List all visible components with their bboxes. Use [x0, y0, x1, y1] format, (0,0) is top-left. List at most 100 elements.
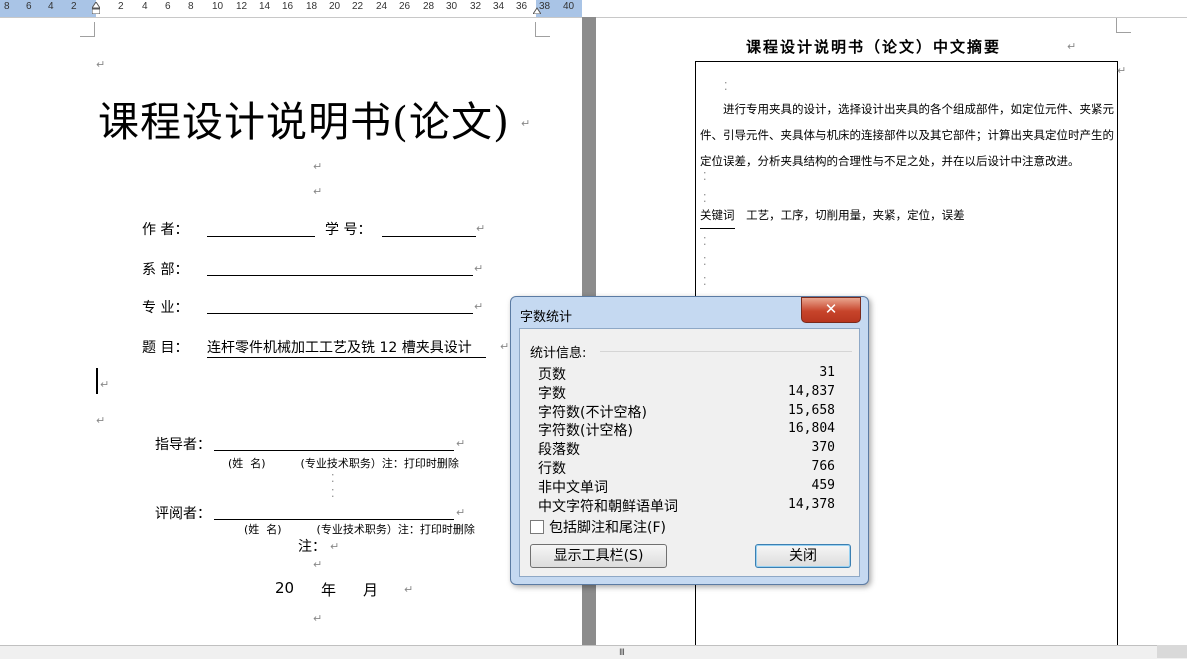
ruler-number: 8 [188, 1, 194, 12]
paragraph-mark: ⁚ [331, 472, 335, 485]
ruler-number: 14 [259, 1, 271, 12]
paragraph-mark: ⁚ [703, 275, 707, 288]
ruler-number: 18 [306, 1, 318, 12]
abstract-title: 课程设计说明书（论文）中文摘要 [746, 38, 1002, 56]
topic-label: 题 目： [142, 340, 189, 356]
ruler-number: 2 [118, 1, 124, 12]
paragraph-mark: ↵ [521, 117, 531, 130]
ruler-number: 20 [329, 1, 341, 12]
paragraph-mark: ↵ [1117, 64, 1127, 77]
date-month-unit: 月 [363, 581, 379, 599]
paragraph-mark: ↵ [96, 58, 106, 71]
paragraph-mark: ↵ [404, 583, 414, 596]
keywords-value: 工艺，工序，切削用量，夹紧，定位，误差 [746, 208, 965, 222]
scrollbar-grip[interactable]: III [619, 648, 625, 658]
paragraph-mark: ↵ [100, 378, 110, 391]
close-icon: ✕ [824, 300, 838, 318]
date-year: 20 [275, 579, 295, 597]
paragraph-mark: ↵ [456, 437, 466, 450]
paragraph-mark: ↵ [500, 340, 510, 353]
paragraph-mark: ↵ [96, 414, 106, 427]
crop-mark [80, 22, 95, 37]
ruler-number: 12 [236, 1, 248, 12]
paragraph-mark: ⁚ [703, 255, 707, 268]
group-divider [600, 351, 852, 352]
ruler-number: 4 [48, 1, 54, 12]
author-label: 作 者： [142, 222, 189, 238]
major-line[interactable] [207, 313, 473, 314]
stat-label: 中文字符和朝鲜语单词 [538, 498, 678, 515]
crop-mark [535, 22, 550, 37]
indent-marker-icon[interactable] [92, 2, 100, 14]
text-cursor [96, 368, 98, 394]
ruler-number: 32 [470, 1, 482, 12]
advisor-label: 指导者： [155, 437, 211, 453]
reviewer-line[interactable] [214, 519, 454, 520]
advisor-note: (姓 名) (专业技术职务）注：打印时删除 [228, 457, 459, 470]
student-id-line[interactable] [382, 236, 476, 237]
keywords-label: 关键词 [700, 208, 735, 229]
ruler-number: 36 [516, 1, 528, 12]
date-year-unit: 年 [321, 581, 337, 599]
ruler-number: 16 [282, 1, 294, 12]
close-button[interactable]: 关闭 [755, 544, 851, 568]
keywords-line: 关键词 工艺，工序，切削用量，夹紧，定位，误差 [700, 207, 965, 229]
topic-value[interactable]: 连杆零件机械加工工艺及铣 12 槽夹具设计 [207, 337, 486, 358]
ruler-number: 22 [352, 1, 364, 12]
ruler-number: 30 [446, 1, 458, 12]
stat-value: 370 [811, 440, 835, 456]
stat-label: 页数 [538, 367, 566, 383]
ruler-number: 34 [493, 1, 505, 12]
paragraph-mark: ↵ [474, 300, 484, 313]
student-id-label: 学 号： [325, 222, 372, 238]
stat-value: 16,804 [788, 421, 835, 437]
note-label: 注： [298, 539, 326, 555]
include-footnotes-label[interactable]: 包括脚注和尾注(F) [549, 517, 666, 537]
ruler-number: 2 [71, 1, 77, 12]
ruler-number: 6 [26, 1, 32, 12]
paragraph-mark: ↵ [313, 185, 323, 198]
reviewer-note: (姓 名) (专业技术职务）注：打印时删除 [244, 523, 475, 536]
horizontal-ruler[interactable]: 8 6 4 2 2 4 6 8 10 12 14 16 18 20 22 24 26 28 30 32 34 36 38 40 [0, 0, 1187, 18]
dept-line[interactable] [207, 275, 473, 276]
paragraph-mark: ↵ [474, 262, 484, 275]
paragraph-mark: ⁚ [724, 80, 728, 93]
stat-label: 字数 [538, 385, 566, 402]
dialog-title: 字数统计 [520, 310, 573, 325]
author-line[interactable] [207, 236, 315, 237]
stat-value: 14,378 [788, 496, 835, 512]
ruler-number: 28 [423, 1, 435, 12]
stat-label: 段落数 [538, 442, 580, 459]
dialog-body: 统计信息: 页数 31 字数 14,837 字符数(不计空格) 15,658 字符数(计空格… [519, 328, 860, 577]
stat-value: 15,658 [788, 402, 835, 418]
paragraph-mark: ↵ [1067, 40, 1077, 53]
paragraph-mark: ↵ [330, 540, 340, 553]
stat-value: 766 [811, 459, 835, 474]
show-toolbar-button[interactable]: 显示工具栏(S) [530, 544, 667, 568]
ruler-number: 24 [376, 1, 388, 12]
ruler-number: 8 [4, 1, 10, 12]
paragraph-mark: ⁚ [703, 192, 707, 205]
right-indent-marker-icon[interactable] [533, 2, 541, 14]
word-count-dialog[interactable]: 字数统计 ✕ 统计信息: 页数 31 字数 14,837 字符数(不计空格) 15,658… [510, 296, 869, 585]
abstract-text[interactable]: 进行专用夹具的设计，选择设计出夹具的各个组成部件，如定位元件、夹紧元件、引导元件… [700, 96, 1114, 174]
paragraph-mark: ⁚ [331, 487, 335, 500]
dept-label: 系 部： [142, 262, 189, 278]
horizontal-scrollbar[interactable]: III [0, 645, 1187, 659]
major-label: 专 业： [142, 300, 189, 316]
paragraph-mark: ↵ [313, 558, 323, 571]
ruler-number: 40 [563, 1, 575, 12]
reviewer-label: 评阅者： [155, 506, 211, 522]
paragraph-mark: ↵ [456, 506, 466, 519]
include-footnotes-checkbox[interactable] [530, 520, 544, 534]
stat-label: 字符数(不计空格) [538, 404, 647, 421]
ruler-number: 4 [142, 1, 148, 12]
crop-mark [1116, 18, 1131, 33]
page-title: 课程设计说明书(论文) [98, 98, 510, 146]
view-buttons[interactable] [1157, 645, 1187, 658]
dialog-close-button[interactable]: ✕ [801, 297, 861, 323]
paragraph-mark: ⁚ [703, 235, 707, 248]
advisor-line[interactable] [214, 450, 454, 451]
stat-label: 字符数(计空格) [538, 423, 633, 440]
stat-label: 行数 [538, 461, 566, 477]
